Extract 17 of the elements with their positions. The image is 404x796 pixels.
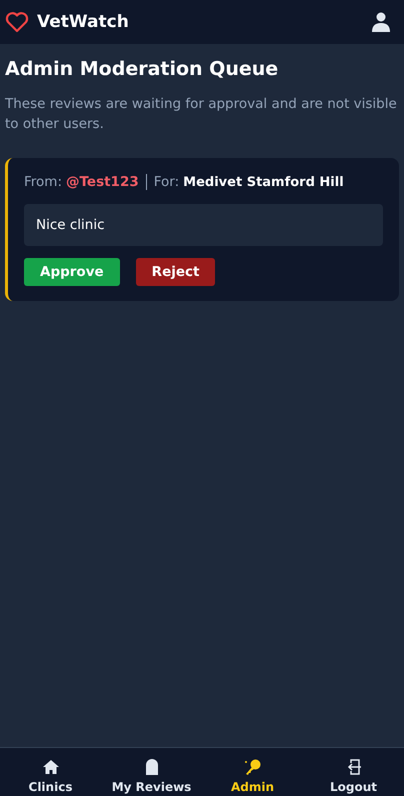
author-name: @Test123 (66, 174, 139, 190)
user-icon[interactable] (372, 12, 390, 32)
key-icon (242, 757, 262, 777)
page-description: These reviews are waiting for approval and are not visible to other users. (5, 95, 398, 134)
page-title: Admin Moderation Queue (5, 58, 280, 80)
clinic-name: Medivet Stamford Hill (183, 174, 344, 190)
review-text: Nice clinic (24, 204, 383, 246)
from-label: From: (24, 174, 62, 190)
nav-tab[interactable]: Admin (202, 748, 303, 796)
home-icon (40, 757, 60, 777)
nav-tab[interactable]: Logout (303, 748, 404, 796)
nav-tab[interactable]: Clinics (0, 748, 101, 796)
reject-button[interactable]: Reject (136, 258, 216, 286)
heart-icon[interactable] (5, 11, 29, 33)
app-title: VetWatch (37, 12, 130, 32)
nav-tab[interactable]: My Reviews (101, 748, 202, 796)
for-label: For: (154, 174, 180, 190)
